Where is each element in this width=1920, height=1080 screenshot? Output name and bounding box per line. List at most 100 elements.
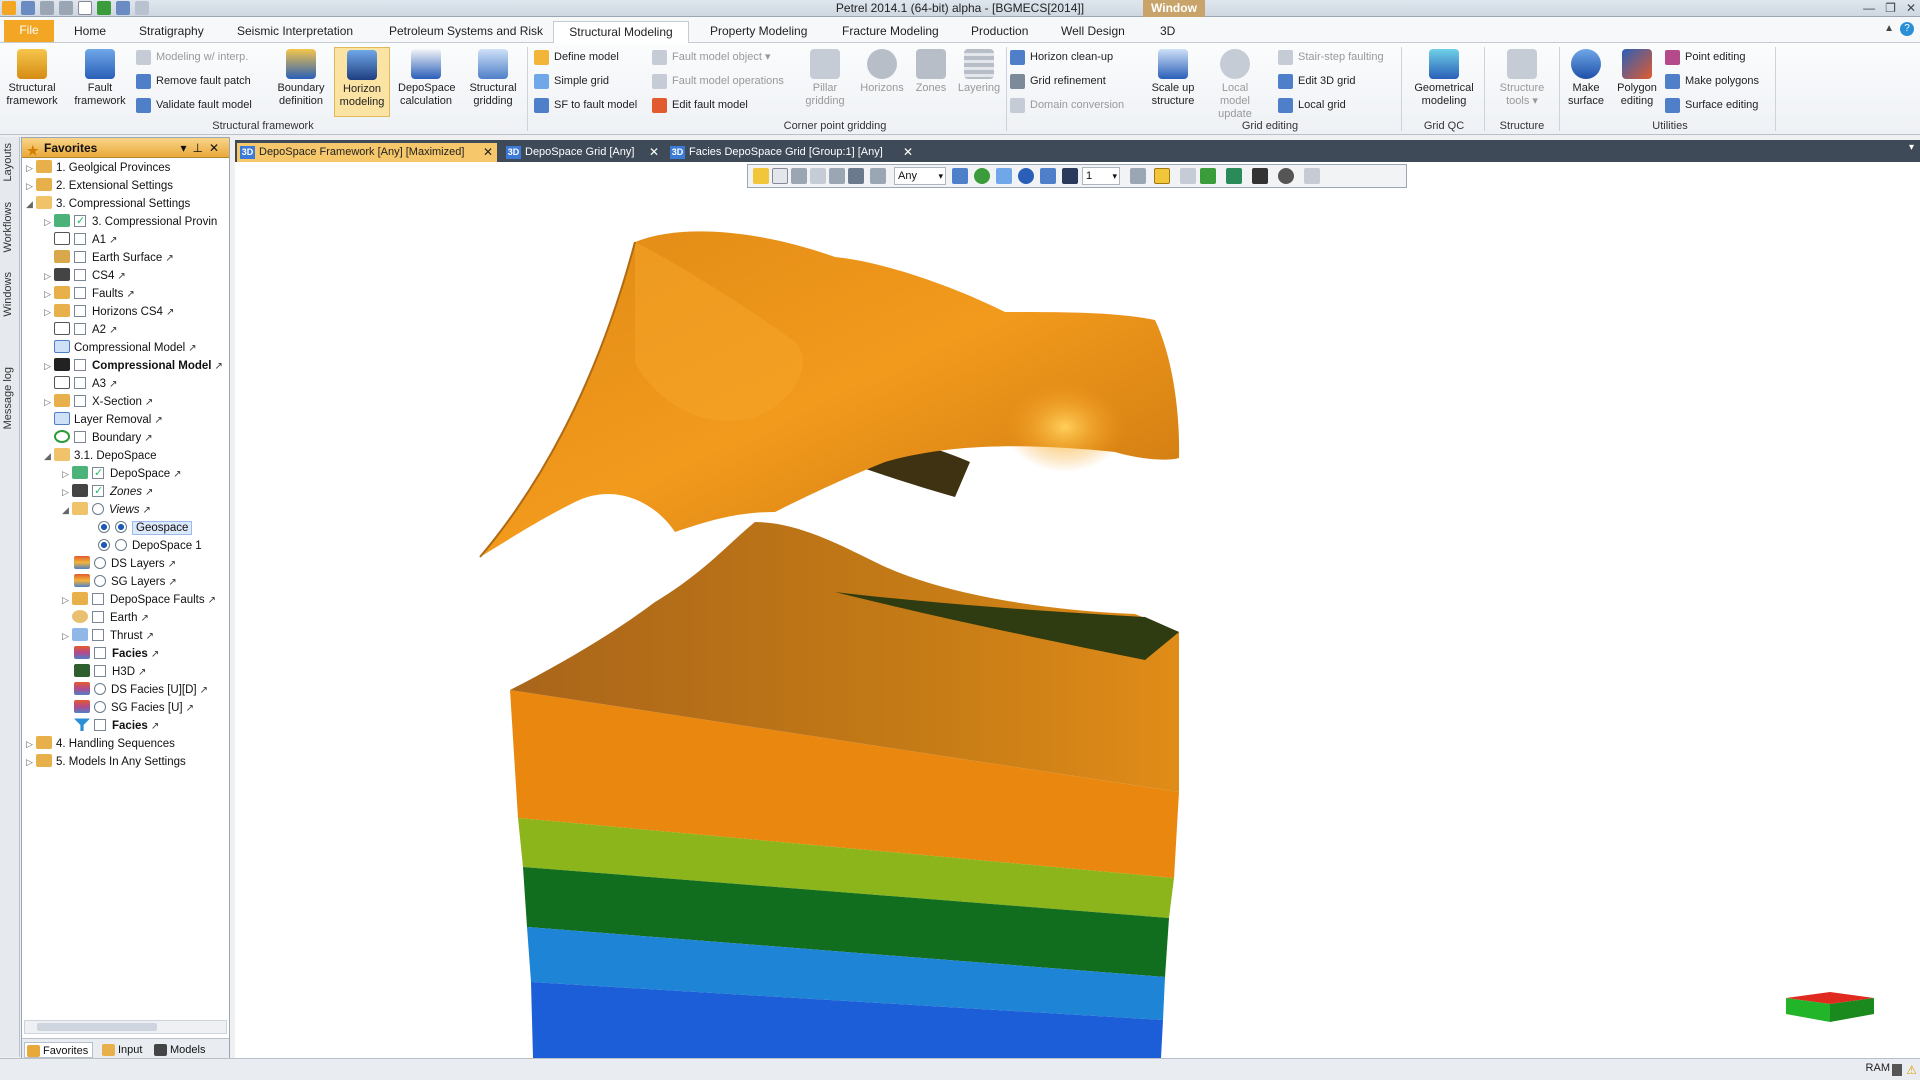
stair-step-faulting-button[interactable]: Stair-step faulting [1278,47,1384,67]
tree-node[interactable]: Compressional Model ↗ [44,339,197,357]
tab-home[interactable]: Home [66,21,114,43]
collapse-ribbon-icon[interactable]: ▲ [1884,23,1894,34]
record-icon[interactable] [1278,168,1294,184]
visibility-radio[interactable] [94,556,106,569]
visibility-checkbox[interactable] [94,664,106,677]
close-icon[interactable]: ✕ [483,143,493,162]
tree-node[interactable]: ▷DepoSpace↗ [62,464,182,483]
tree-node[interactable]: Geospace [98,519,193,537]
tree-node[interactable]: DS Layers ↗ [74,555,176,573]
window-context-tab[interactable]: Window [1143,0,1205,17]
rail-workflows[interactable]: Workflows [2,202,16,253]
tab-file[interactable]: File [4,20,54,42]
tab-depospace-framework[interactable]: DepoSpace Framework [Any] [Maximized]✕ [237,143,497,162]
point-editing-button[interactable]: Point editing [1665,47,1746,67]
grid-view-icon[interactable] [1040,168,1056,184]
grid-refinement-button[interactable]: Grid refinement [1010,71,1106,91]
tab-stratigraphy[interactable]: Stratigraphy [131,21,212,43]
tab-favorites[interactable]: Favorites [24,1042,94,1058]
pick-icon[interactable] [810,168,826,184]
make-surface-button[interactable]: Make surface [1558,47,1614,117]
visibility-checkbox[interactable] [74,232,86,245]
measure-icon[interactable] [791,168,807,184]
link-icon[interactable] [870,168,886,184]
modeling-with-interp-button[interactable]: Modeling w/ interp. [136,47,248,67]
box-icon[interactable] [996,168,1012,184]
fault-model-operations-button[interactable]: Fault model operations [652,71,784,91]
rail-layouts[interactable]: Layouts [2,143,16,182]
horizontal-scrollbar[interactable] [24,1020,227,1034]
tab-structural-modeling[interactable]: Structural Modeling [553,21,689,43]
fault-model-object-button[interactable]: Fault model object ▾ [652,47,770,67]
tree-node[interactable]: ◢ 3. Compressional Settings [26,195,190,213]
visibility-checkbox[interactable] [94,718,106,731]
visibility-checkbox[interactable] [74,394,86,407]
visibility-radio[interactable] [94,682,106,695]
dropdown-icon[interactable]: ▾ [180,141,192,155]
geometrical-modeling-button[interactable]: Geometrical modeling [1409,47,1479,117]
tab-3d[interactable]: 3D [1152,21,1183,43]
define-model-button[interactable]: Define model [534,47,619,67]
tree-node[interactable]: ▷ 4. Handling Sequences [26,735,175,753]
tree-node[interactable]: ▷ Compressional Model ↗ [44,357,223,375]
z-scale-select[interactable]: 1 ▾ [1082,167,1120,185]
sf-to-fault-model-button[interactable]: SF to fault model [534,95,637,115]
tree-node[interactable]: A1 ↗ [44,231,117,249]
tree-node[interactable]: H3D ↗ [74,663,146,681]
tree-node[interactable]: Facies ↗ [74,717,159,735]
tree-node[interactable]: A2 ↗ [44,321,117,339]
tab-petroleum-systems[interactable]: Petroleum Systems and Risk [381,21,551,43]
ruler-icon[interactable] [848,168,864,184]
visibility-checkbox[interactable] [74,268,86,281]
tree-node[interactable]: SG Facies [U] ↗ [74,699,194,717]
view-all-icon[interactable] [829,168,845,184]
tab-property-modeling[interactable]: Property Modeling [702,21,815,43]
visibility-checkbox[interactable] [92,628,104,641]
visibility-checkbox[interactable] [74,430,86,443]
remove-fault-patch-button[interactable]: Remove fault patch [136,71,251,91]
tree-node[interactable]: ▷ CS4 ↗ [44,267,126,285]
visibility-checkbox[interactable] [74,322,86,335]
horizon-modeling-button[interactable]: Horizon modeling [334,47,390,117]
tree-node[interactable]: ▷ X-Section ↗ [44,393,153,411]
tree-node[interactable]: ▷ Thrust ↗ [62,627,154,645]
visibility-checkbox[interactable] [92,482,104,500]
tree-node[interactable]: ▷ 1. Geolgical Provinces [26,159,170,177]
tree-node[interactable]: ▷ 5. Models In Any Settings [26,753,186,771]
scrollbar-thumb[interactable] [37,1023,157,1031]
local-grid-button[interactable]: Local grid [1278,95,1346,115]
tab-production[interactable]: Production [963,21,1036,43]
tree-node[interactable]: ◢ 3.1. DepoSpace [44,447,156,465]
visibility-radio[interactable] [115,538,127,551]
structural-gridding-button[interactable]: Structural gridding [465,47,521,117]
select-icon[interactable] [772,168,788,184]
tab-models[interactable]: Models [152,1042,205,1058]
surface-editing-button[interactable]: Surface editing [1665,95,1758,115]
visibility-radio[interactable] [94,574,106,587]
local-model-update-button[interactable]: Local model update [1207,47,1263,120]
depospace-calculation-button[interactable]: DepoSpace calculation [398,47,456,117]
visibility-checkbox[interactable] [74,250,86,263]
tab-depospace-grid[interactable]: DepoSpace Grid [Any]✕ [503,143,663,162]
fault-framework-button[interactable]: Fault framework [72,47,128,117]
gimbal-icon[interactable] [1180,168,1196,184]
shading-icon[interactable] [1154,168,1170,184]
home-view-icon[interactable] [952,168,968,184]
pillar-gridding-button[interactable]: Pillar gridding [797,47,853,117]
visibility-checkbox[interactable] [74,286,86,299]
tree-node[interactable]: Boundary ↗ [44,429,153,447]
visibility-checkbox[interactable] [74,212,86,230]
rail-message-log[interactable]: Message log [2,367,16,429]
light-icon[interactable] [1130,168,1146,184]
orbit-icon[interactable] [974,168,990,184]
close-icon[interactable]: ✕ [1906,1,1916,15]
polygon-editing-button[interactable]: Polygon editing [1609,47,1665,117]
simple-grid-button[interactable]: Simple grid [534,71,609,91]
axis-icon[interactable] [1200,168,1216,184]
visibility-checkbox[interactable] [74,304,86,317]
tree-node[interactable]: Facies ↗ [74,645,159,663]
tab-seismic-interpretation[interactable]: Seismic Interpretation [229,21,361,43]
tree-node[interactable]: ▷ Horizons CS4 ↗ [44,303,174,321]
tree-node[interactable]: ▷ Faults ↗ [44,285,135,303]
visibility-radio[interactable] [115,520,127,533]
